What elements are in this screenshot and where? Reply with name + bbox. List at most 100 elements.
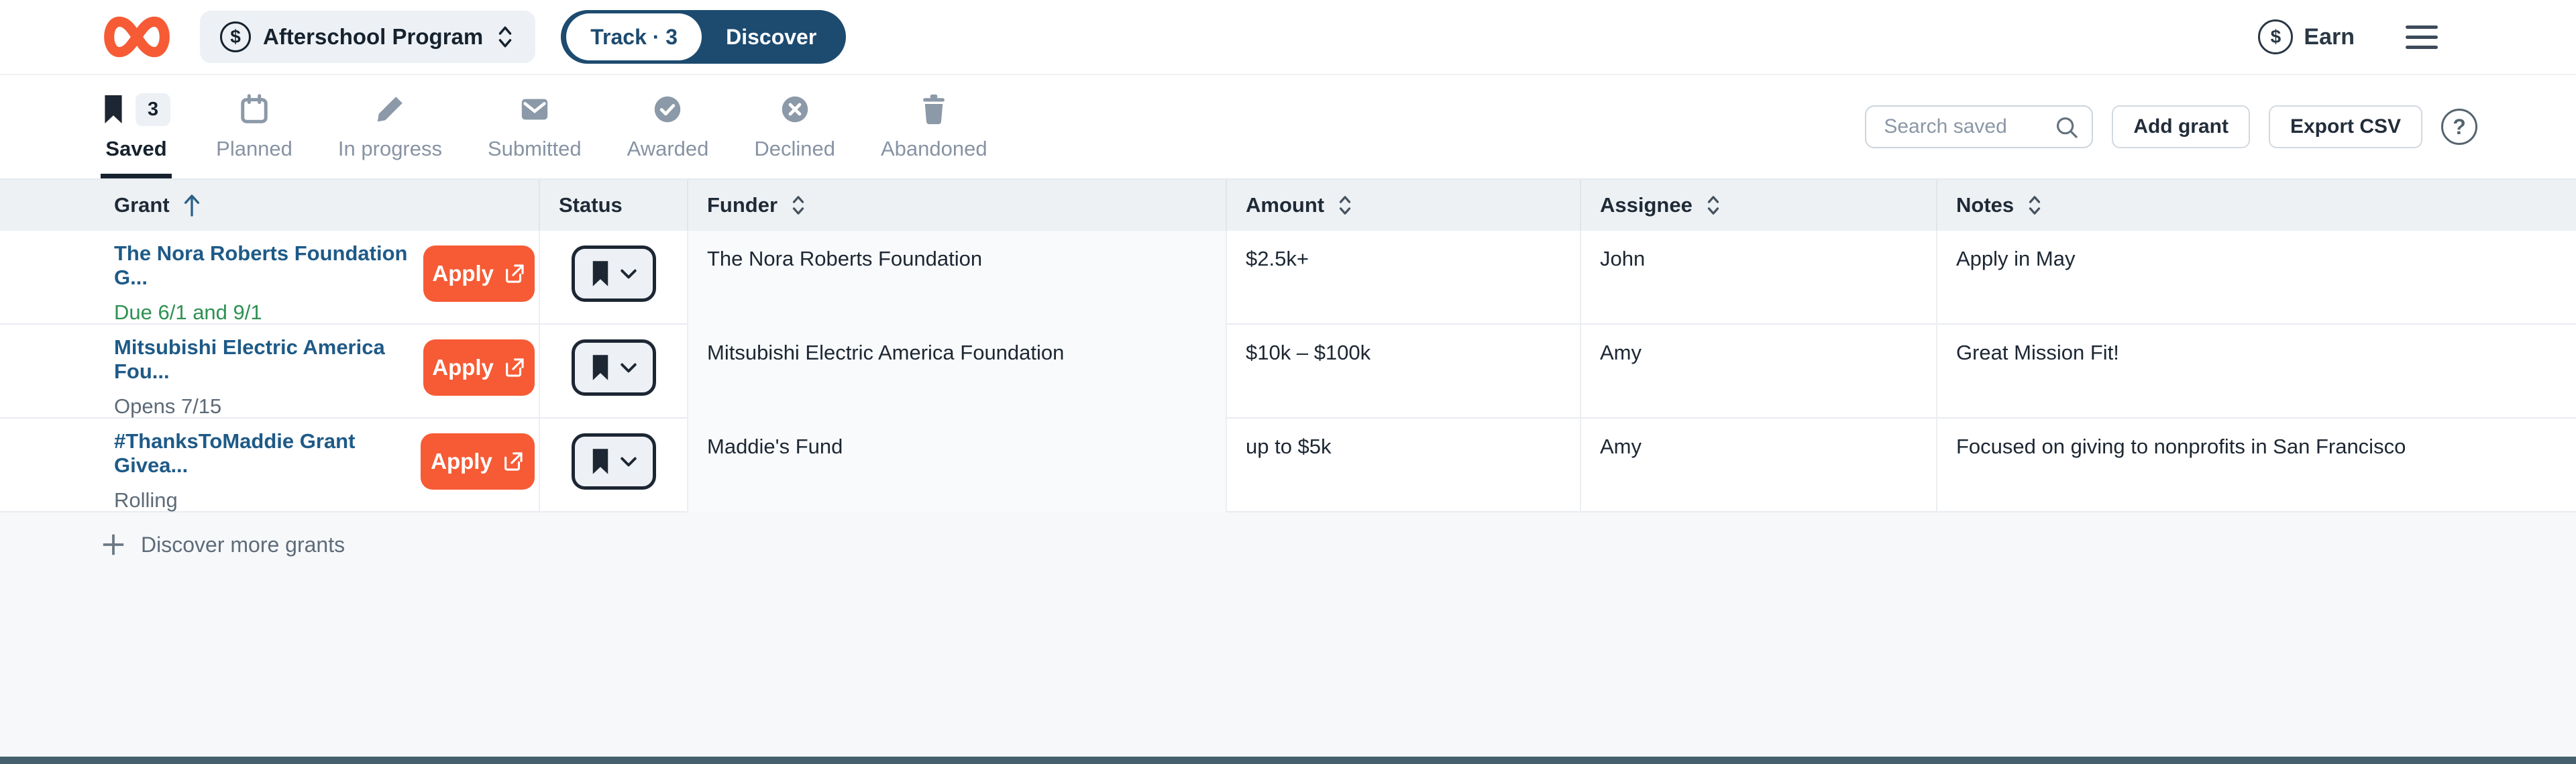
status-cell — [540, 419, 688, 512]
top-navigation: $ Afterschool Program Track · 3 Discover… — [0, 0, 2576, 75]
status-dropdown[interactable] — [572, 339, 656, 396]
tab-in-progress[interactable]: In progress — [337, 75, 443, 178]
apply-button[interactable]: Apply — [423, 245, 535, 302]
tab-planned[interactable]: Planned — [215, 75, 294, 178]
tab-label: Awarded — [627, 137, 709, 161]
column-header-funder[interactable]: Funder — [688, 180, 1227, 231]
menu-button[interactable] — [2402, 21, 2442, 53]
grant-deadline: Opens 7/15 — [114, 394, 423, 419]
chevron-down-icon — [620, 456, 637, 468]
export-csv-button[interactable]: Export CSV — [2269, 105, 2422, 148]
table-row: #ThanksToMaddie Grant Givea... Rolling A… — [0, 419, 2576, 512]
status-dropdown[interactable] — [572, 433, 656, 490]
search-icon — [2054, 115, 2080, 140]
tab-label: Saved — [105, 137, 166, 161]
external-link-icon — [503, 356, 526, 379]
apply-button[interactable]: Apply — [421, 433, 535, 490]
tab-abandoned[interactable]: Abandoned — [879, 75, 989, 178]
tab-label: Submitted — [488, 137, 582, 161]
program-name: Afterschool Program — [263, 24, 483, 50]
x-circle-icon — [780, 95, 810, 124]
grant-cell: Mitsubishi Electric America Fou... Opens… — [0, 325, 540, 419]
grant-link[interactable]: Mitsubishi Electric America Fou... — [114, 335, 423, 384]
grant-deadline: Rolling — [114, 488, 421, 512]
tab-label: In progress — [338, 137, 442, 161]
amount-cell: $10k – $100k — [1227, 325, 1581, 419]
add-grant-button[interactable]: Add grant — [2112, 105, 2250, 148]
bottom-strip — [0, 757, 2576, 764]
funder-cell: The Nora Roberts Foundation — [688, 231, 1227, 325]
search-box — [1865, 105, 2093, 148]
table-header: Grant Status Funder Amount Assignee Note… — [0, 180, 2576, 231]
tab-label: Declined — [754, 137, 835, 161]
tab-label: Planned — [216, 137, 292, 161]
hamburger-icon — [2406, 46, 2438, 49]
status-cell — [540, 231, 688, 325]
notes-cell: Focused on giving to nonprofits in San F… — [1937, 419, 2576, 512]
table-body: The Nora Roberts Foundation G... Due 6/1… — [0, 231, 2576, 512]
sort-chevrons-icon — [1336, 193, 1354, 217]
status-cell — [540, 325, 688, 419]
tab-submitted[interactable]: Submitted — [486, 75, 583, 178]
help-button[interactable]: ? — [2441, 109, 2477, 145]
track-tab[interactable]: Track · 3 — [566, 13, 702, 60]
notes-cell: Apply in May — [1937, 231, 2576, 325]
hamburger-icon — [2406, 25, 2438, 29]
dollar-circle-icon: $ — [220, 21, 251, 52]
discover-tab[interactable]: Discover — [702, 13, 841, 60]
tab-awarded[interactable]: Awarded — [626, 75, 710, 178]
assignee-cell: Amy — [1581, 325, 1937, 419]
nav-right-group: $ Earn — [2258, 19, 2442, 54]
track-discover-toggle: Track · 3 Discover — [561, 10, 846, 64]
column-header-status[interactable]: Status — [540, 180, 688, 231]
status-dropdown[interactable] — [572, 245, 656, 302]
grant-link[interactable]: #ThanksToMaddie Grant Givea... — [114, 429, 421, 478]
dollar-circle-icon: $ — [2258, 19, 2293, 54]
column-header-amount[interactable]: Amount — [1227, 180, 1581, 231]
table-row: Mitsubishi Electric America Fou... Opens… — [0, 325, 2576, 419]
calendar-icon — [239, 94, 270, 125]
amount-cell: $2.5k+ — [1227, 231, 1581, 325]
tabs-group: 3 Saved Planned In progress Submitted — [101, 75, 989, 178]
external-link-icon — [503, 262, 526, 285]
column-header-grant[interactable]: Grant — [0, 180, 540, 231]
discover-more-grants-link[interactable]: Discover more grants — [0, 512, 2576, 577]
program-selector[interactable]: $ Afterschool Program — [200, 11, 535, 63]
apply-button[interactable]: Apply — [423, 339, 535, 396]
grant-cell: #ThanksToMaddie Grant Givea... Rolling A… — [0, 419, 540, 512]
tab-label: Abandoned — [881, 137, 987, 161]
saved-count-badge: 3 — [136, 93, 170, 126]
bookmark-icon — [590, 261, 610, 286]
bookmark-icon — [590, 355, 610, 380]
bookmark-icon — [102, 95, 125, 123]
sort-arrow-up-icon — [182, 193, 202, 218]
grant-deadline: Due 6/1 and 9/1 — [114, 301, 423, 325]
chevron-up-down-icon — [495, 23, 515, 50]
table-row: The Nora Roberts Foundation G... Due 6/1… — [0, 231, 2576, 325]
tab-declined[interactable]: Declined — [753, 75, 837, 178]
assignee-cell: John — [1581, 231, 1937, 325]
sort-chevrons-icon — [1705, 193, 1722, 217]
pencil-icon — [374, 94, 405, 125]
chevron-down-icon — [620, 268, 637, 280]
earn-button[interactable]: $ Earn — [2258, 19, 2355, 54]
column-header-assignee[interactable]: Assignee — [1581, 180, 1937, 231]
plus-icon — [101, 532, 126, 557]
sort-chevrons-icon — [790, 193, 807, 217]
infinity-logo-icon — [101, 13, 173, 60]
grant-link[interactable]: The Nora Roberts Foundation G... — [114, 241, 423, 290]
trash-icon — [919, 94, 949, 125]
column-header-notes[interactable]: Notes — [1937, 180, 2576, 231]
app-logo[interactable] — [101, 13, 176, 61]
funder-cell: Mitsubishi Electric America Foundation — [688, 325, 1227, 419]
assignee-cell: Amy — [1581, 419, 1937, 512]
status-tabbar: 3 Saved Planned In progress Submitted — [0, 75, 2576, 180]
grant-info: #ThanksToMaddie Grant Givea... Rolling — [114, 429, 421, 512]
external-link-icon — [502, 450, 525, 473]
grant-cell: The Nora Roberts Foundation G... Due 6/1… — [0, 231, 540, 325]
discover-more-label: Discover more grants — [141, 533, 345, 557]
earn-label: Earn — [2304, 24, 2355, 50]
hamburger-icon — [2406, 36, 2438, 39]
table-actions: Add grant Export CSV ? — [1865, 75, 2477, 178]
tab-saved[interactable]: 3 Saved — [101, 75, 172, 178]
